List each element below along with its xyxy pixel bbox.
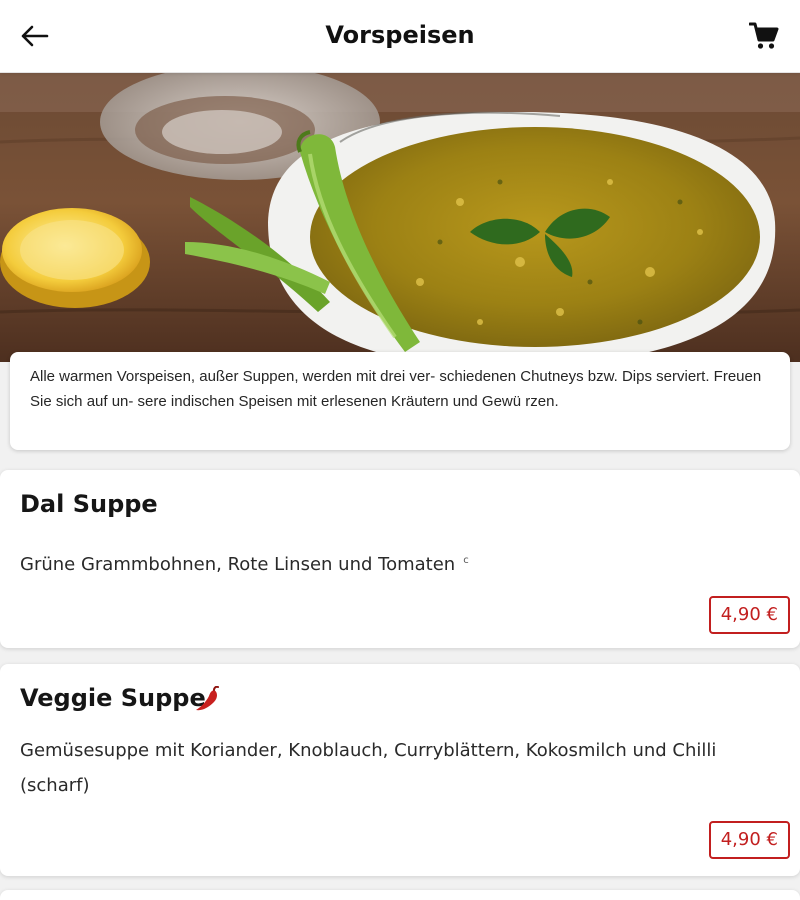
allergen-marker: c [463, 555, 469, 566]
price-button[interactable]: 4,90 € [708, 821, 790, 859]
info-note: Alle warmen Vorspeisen, außer Suppen, we… [10, 352, 790, 450]
cart-button[interactable] [744, 16, 784, 56]
menu-item-dal-suppe[interactable]: Dal Suppe Grüne Grammbohnen, Rote Linsen… [0, 470, 800, 648]
menu-item-next[interactable] [0, 890, 800, 900]
shopping-cart-icon [749, 22, 779, 49]
page-title: Vorspeisen [325, 21, 475, 49]
menu-item-veggie-suppe[interactable]: Veggie Suppe Gemüsesuppe mit Koriander, … [0, 664, 800, 876]
app-screen: Vorspeisen Alle warmen Vorspeisen, außer… [0, 0, 800, 900]
item-description-text: Grüne Grammbohnen, Rote Linsen und Tomat… [20, 554, 456, 575]
item-description: Grüne Grammbohnen, Rote Linsen und Tomat… [20, 543, 740, 582]
lentil-soup-photo [0, 72, 800, 362]
chili-pepper-icon [196, 686, 219, 711]
price-button[interactable]: 4,90 € [708, 596, 790, 634]
item-name: Dal Suppe [20, 490, 158, 518]
item-name: Veggie Suppe [20, 684, 206, 712]
top-app-bar: Vorspeisen [0, 0, 800, 73]
hero-image [0, 72, 800, 362]
item-description: Gemüsesuppe mit Koriander, Knoblauch, Cu… [20, 740, 717, 796]
